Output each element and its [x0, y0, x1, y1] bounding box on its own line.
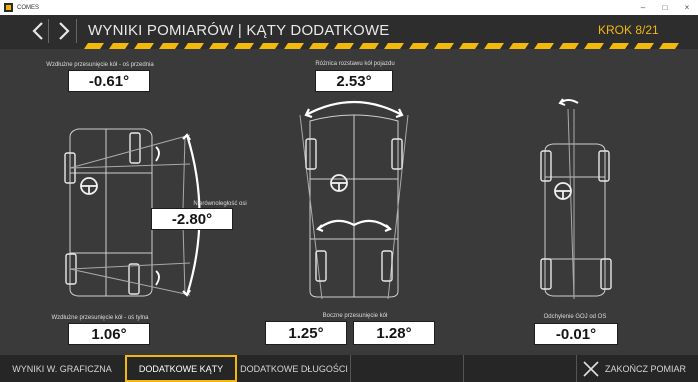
wheel — [305, 138, 317, 170]
tab-additional-lengths[interactable]: DODATKOWE DŁUGOŚCI — [238, 355, 350, 382]
nav-separator — [48, 19, 49, 43]
wheel — [129, 132, 141, 164]
finish-label: ZAKOŃCZ POMIAR — [605, 363, 687, 374]
front-offset-arrow — [155, 146, 160, 162]
steering-wheel-icon — [554, 182, 572, 200]
tab-separator — [350, 355, 351, 382]
page-title: WYNIKI POMIARÓW | KĄTY DODATKOWE — [88, 22, 390, 39]
forward-button[interactable] — [52, 19, 76, 43]
goj-label: Odchylenie GOJ od OS — [543, 314, 607, 320]
vehicle-diagrams — [64, 98, 612, 300]
nav-separator — [76, 19, 77, 43]
wheel — [128, 263, 140, 295]
step-indicator: KROK 8/21 — [598, 23, 659, 37]
lateral-offset-left-value: 1.25° — [266, 322, 346, 344]
close-icon — [583, 360, 599, 377]
track-diff-value: 2.53° — [316, 71, 392, 91]
window-controls: – □ × — [632, 0, 698, 15]
close-button[interactable]: × — [676, 0, 698, 15]
axle-misalign-value: -2.80° — [152, 209, 232, 229]
chevron-right-icon — [59, 22, 70, 40]
goj-value: -0.01° — [535, 324, 617, 344]
rear-offset-arrow — [155, 270, 160, 286]
steering-wheel-icon — [80, 177, 98, 195]
lateral-offset-right-value: 1.28° — [354, 322, 434, 344]
chevron-left-icon — [32, 22, 43, 40]
axle-misalign-label: Nierównoległość osi — [193, 201, 247, 207]
back-button[interactable] — [26, 19, 50, 43]
rear-offset-label: Wzdłużne przesunięcie kół - oś tylna — [51, 315, 149, 321]
lateral-offset-label: Boczne przesunięcie kół — [322, 313, 388, 319]
bottom-tab-bar: WYNIKI W. GRAFICZNA DODATKOWE KĄTY DODAT… — [0, 355, 698, 382]
tab-separator — [463, 355, 464, 382]
wheel — [315, 250, 327, 282]
track-diff-label: Różnica rozstawu kół pojazdu — [315, 61, 395, 67]
right-car-body — [544, 108, 606, 300]
app-name: COMES — [17, 4, 40, 11]
measurement-area: Wzdłużne przesunięcie kół - oś przednia … — [0, 49, 698, 354]
wheel — [540, 258, 552, 290]
window-titlebar: COMES – □ × — [0, 0, 698, 16]
app-logo-icon — [4, 3, 13, 12]
tab-additional-angles[interactable]: DODATKOWE KĄTY — [125, 355, 237, 382]
finish-measurement-button[interactable]: ZAKOŃCZ POMIAR — [583, 355, 686, 382]
wheel — [391, 138, 403, 170]
wheel — [600, 258, 612, 290]
minimize-button[interactable]: – — [632, 0, 654, 15]
goj-arc — [558, 98, 579, 106]
tab-separator — [576, 355, 577, 382]
rear-offset-value: 1.06° — [69, 324, 149, 344]
maximize-button[interactable]: □ — [654, 0, 676, 15]
steering-wheel-icon — [330, 174, 348, 192]
tab-graphic-results[interactable]: WYNIKI W. GRAFICZNA — [0, 355, 124, 382]
